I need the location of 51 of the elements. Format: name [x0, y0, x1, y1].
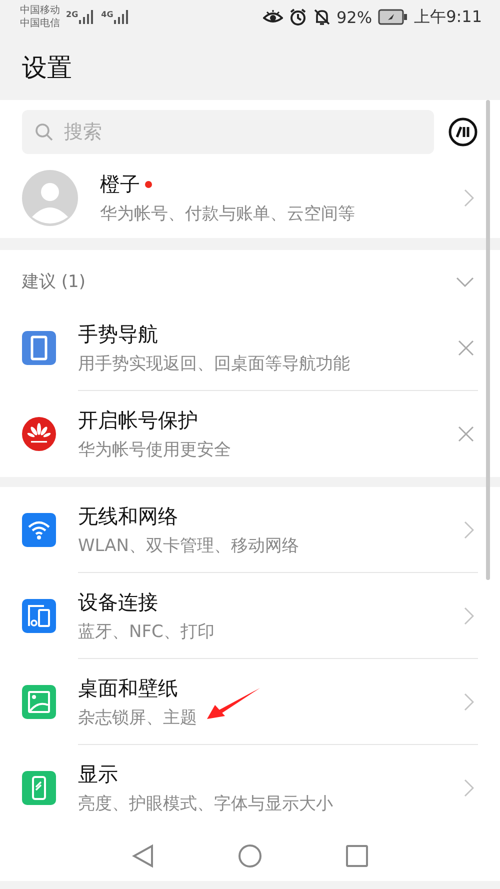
signal-icon [79, 10, 96, 24]
item-title: 桌面和壁纸 [78, 675, 179, 702]
item-subtitle: 用手势实现返回、回桌面等导航功能 [78, 353, 351, 375]
network-type: 4G [101, 10, 114, 19]
clock-time: 上午9:11 [414, 6, 482, 28]
close-icon[interactable] [458, 340, 474, 356]
item-subtitle: WLAN、双卡管理、移动网络 [78, 535, 300, 557]
settings-item[interactable]: 显示 亮度、护眼模式、字体与显示大小 [0, 745, 500, 831]
account-subtitle: 华为帐号、付款与账单、云空间等 [100, 203, 356, 225]
settings-item[interactable]: 桌面和壁纸 杂志锁屏、主题 [0, 659, 500, 745]
page-title: 设置 [21, 52, 73, 84]
item-title: 显示 [78, 761, 119, 788]
item-title: 设备连接 [78, 589, 159, 616]
battery-icon [378, 9, 408, 25]
suggestion-item[interactable]: 开启帐号保护 华为帐号使用更安全 [0, 391, 500, 477]
account-name: 橙子 [100, 171, 140, 198]
item-subtitle: 亮度、护眼模式、字体与显示大小 [78, 793, 334, 815]
search-field[interactable]: 搜索 [22, 110, 434, 154]
alarm-icon [288, 8, 306, 26]
close-icon[interactable] [458, 426, 474, 442]
battery-percent: 92% [336, 8, 372, 26]
avatar-icon [22, 170, 78, 226]
assistant-icon[interactable] [448, 117, 478, 147]
section-header: 建议 (1) [22, 271, 86, 293]
item-title: 手势导航 [78, 321, 159, 348]
item-subtitle: 杂志锁屏、主题 [78, 707, 198, 729]
signal-icon [114, 10, 130, 24]
item-title: 开启帐号保护 [78, 407, 199, 434]
chevron-icon [464, 693, 474, 711]
collapse-chevron-icon[interactable] [456, 276, 474, 286]
eye-icon [262, 9, 282, 25]
settings-item[interactable]: 无线和网络 WLAN、双卡管理、移动网络 [0, 487, 500, 573]
account-row[interactable]: 橙子 华为帐号、付款与账单、云空间等 [0, 154, 500, 238]
item-title: 无线和网络 [78, 503, 179, 530]
chevron-icon [464, 521, 474, 539]
home-icon[interactable] [238, 844, 262, 868]
item-subtitle: 华为帐号使用更安全 [78, 439, 232, 461]
item-subtitle: 蓝牙、NFC、打印 [78, 621, 216, 643]
carrier-name: 中国移动 [20, 4, 60, 17]
network-type: 2G [66, 10, 78, 19]
chevron-icon [464, 779, 474, 797]
recents-icon[interactable] [346, 845, 368, 867]
suggestion-item[interactable]: 手势导航 用手势实现返回、回桌面等导航功能 [0, 305, 500, 391]
chevron-icon [464, 189, 474, 207]
search-icon [34, 122, 54, 142]
carrier-name: 中国电信 [20, 17, 60, 30]
settings-item[interactable]: 设备连接 蓝牙、NFC、打印 [0, 573, 500, 659]
back-icon[interactable] [132, 844, 154, 868]
chevron-icon [464, 607, 474, 625]
muted-bell-icon [312, 8, 330, 26]
arrow-annotation [205, 687, 261, 721]
